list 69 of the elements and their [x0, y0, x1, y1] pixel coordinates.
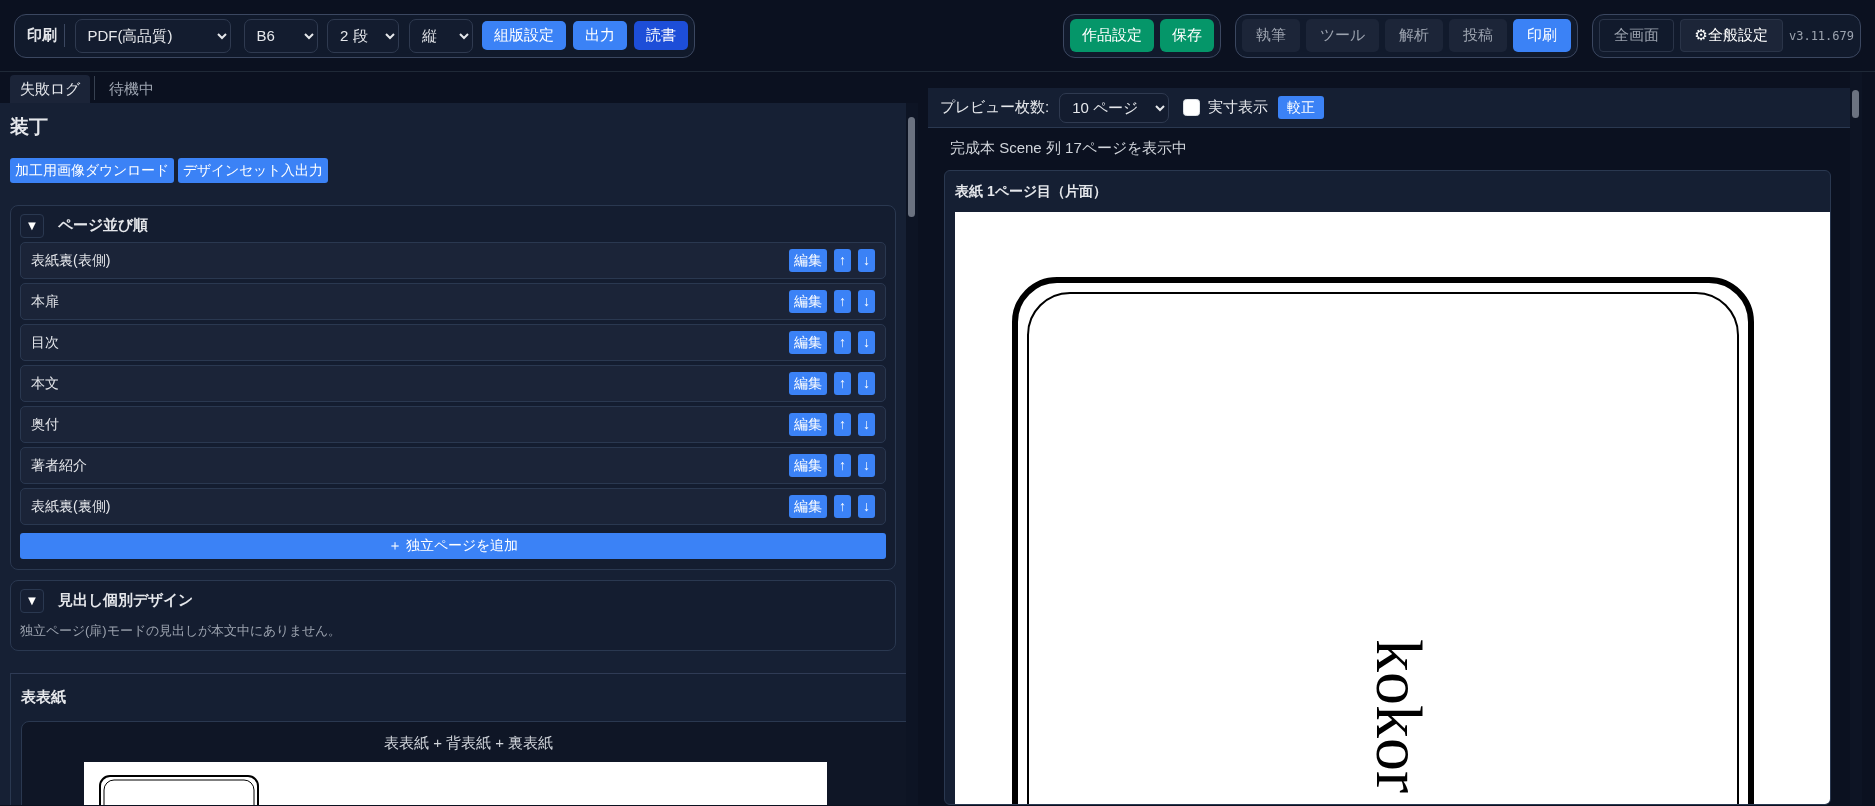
panel-title: 見出し個別デザイン	[58, 590, 193, 611]
toolbar-button[interactable]: 組版設定	[482, 21, 566, 50]
checkbox-label: 実寸表示	[1207, 97, 1268, 118]
toolbar-button[interactable]: 出力	[573, 21, 627, 50]
status-text: 完成本 Scene 列 17ページを表示中	[950, 138, 1188, 158]
edit-button[interactable]: 編集	[789, 412, 827, 436]
checkbox[interactable]	[1182, 99, 1200, 116]
page-name: 奥付	[31, 414, 59, 434]
format-select[interactable]: PDF(高品質)	[74, 18, 231, 53]
page-name: 本扉	[31, 291, 59, 311]
move-down-button[interactable]: ↓	[858, 371, 875, 395]
scrollbar[interactable]	[1850, 72, 1862, 805]
scrollbar[interactable]	[906, 103, 918, 805]
log-tab[interactable]: 失敗ログ	[10, 74, 90, 103]
move-up-button[interactable]: ↑	[834, 330, 851, 354]
panel-title: 表表紙	[21, 687, 67, 707]
toolbar-button[interactable]: 保存	[1159, 19, 1214, 52]
section-label: 印刷	[27, 24, 65, 47]
mode-tab[interactable]: ツール	[1305, 19, 1379, 52]
page-name: 本文	[31, 373, 59, 393]
cover-title: kokor	[1366, 638, 1433, 793]
page-count-select[interactable]: 10 ページ	[1059, 92, 1170, 123]
page-name: 著者紹介	[31, 455, 87, 475]
toolbar-button[interactable]: 作品設定	[1069, 19, 1154, 52]
toolbar-button[interactable]: ⚙全般設定	[1679, 19, 1783, 52]
page-name: 目次	[31, 332, 59, 352]
columns-select[interactable]: 2 段	[327, 18, 399, 53]
mode-tab[interactable]: 執筆	[1241, 19, 1300, 52]
move-down-button[interactable]: ↓	[858, 494, 875, 518]
collapse-toggle[interactable]: ▼	[20, 588, 44, 613]
edit-button[interactable]: 編集	[789, 330, 827, 354]
action-button[interactable]: 加工用画像ダウンロード	[10, 157, 174, 183]
proof-button[interactable]: 較正	[1277, 96, 1324, 119]
edit-button[interactable]: 編集	[789, 453, 827, 477]
edit-button[interactable]: 編集	[789, 371, 827, 395]
panel-title: ページ並び順	[58, 215, 148, 236]
move-down-button[interactable]: ↓	[858, 289, 875, 313]
section-heading: 装丁	[10, 115, 49, 139]
note-text: 独立ページ(扉)モードの見出しが本文中にありません。	[20, 621, 342, 640]
direction-select[interactable]: 縦	[408, 18, 473, 53]
action-button[interactable]: デザインセット入出力	[177, 157, 328, 183]
field-label: プレビュー枚数:	[940, 97, 1050, 118]
page-name: 表紙裏(裏側)	[31, 496, 111, 516]
log-tab[interactable]: 待機中	[99, 74, 164, 103]
page-title: 表紙 1ページ目（片面）	[955, 181, 1108, 201]
move-up-button[interactable]: ↑	[834, 371, 851, 395]
mode-tab[interactable]: 投稿	[1448, 19, 1507, 52]
move-down-button[interactable]: ↓	[858, 330, 875, 354]
page-name: 表紙裏(表側)	[31, 250, 111, 270]
edit-button[interactable]: 編集	[789, 494, 827, 518]
toolbar-button[interactable]: 全画面	[1598, 19, 1674, 52]
move-up-button[interactable]: ↑	[834, 453, 851, 477]
mode-tab[interactable]: 印刷	[1512, 19, 1571, 52]
preview-caption: 表表紙 + 背表紙 + 裏表紙	[384, 732, 554, 753]
move-up-button[interactable]: ↑	[834, 289, 851, 313]
mode-tab[interactable]: 解析	[1384, 19, 1443, 52]
move-down-button[interactable]: ↓	[858, 248, 875, 272]
move-down-button[interactable]: ↓	[858, 412, 875, 436]
move-up-button[interactable]: ↑	[834, 494, 851, 518]
toolbar-button[interactable]: 読書	[634, 21, 688, 50]
collapse-toggle[interactable]: ▼	[20, 213, 44, 238]
size-select[interactable]: B6	[243, 18, 318, 53]
edit-button[interactable]: 編集	[789, 248, 827, 272]
version-text: v3.11.679	[1788, 27, 1854, 45]
edit-button[interactable]: 編集	[789, 289, 827, 313]
move-up-button[interactable]: ↑	[834, 248, 851, 272]
move-up-button[interactable]: ↑	[834, 412, 851, 436]
move-down-button[interactable]: ↓	[858, 453, 875, 477]
add-page-button[interactable]: ＋ 独立ページを追加	[20, 532, 886, 559]
